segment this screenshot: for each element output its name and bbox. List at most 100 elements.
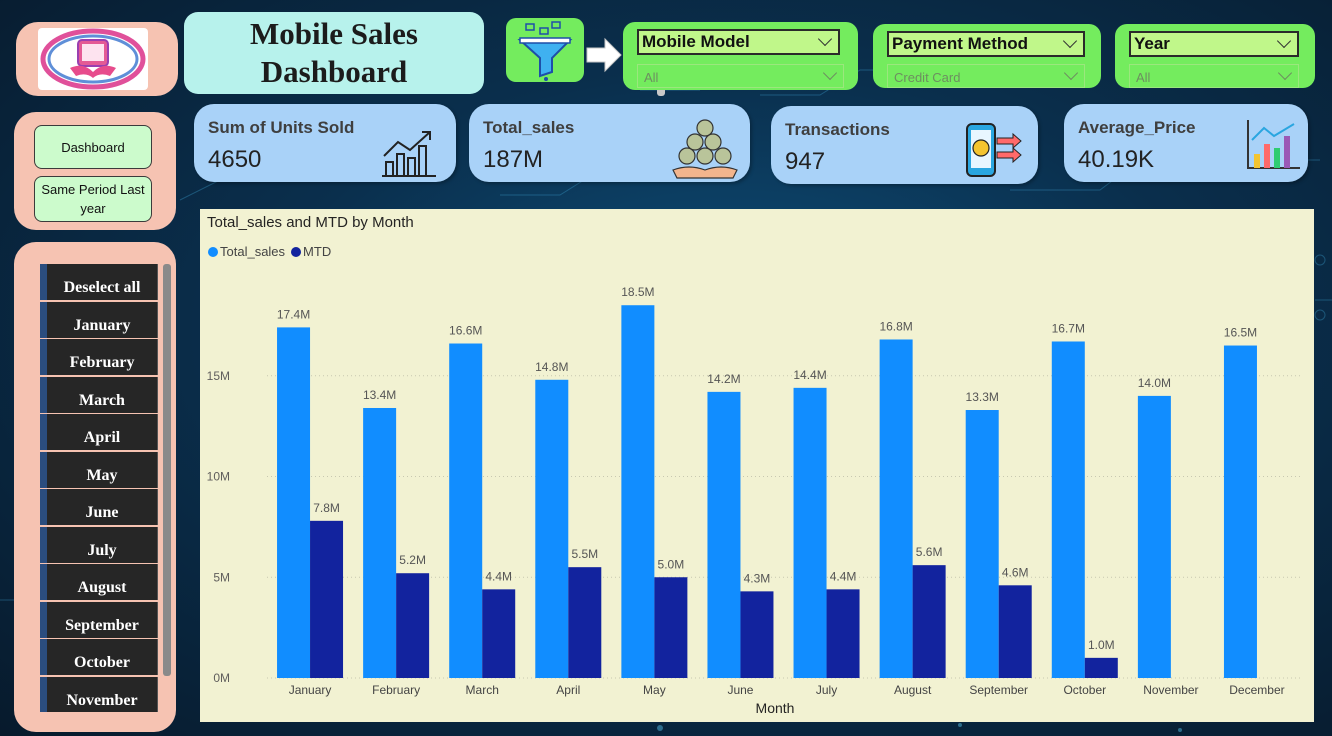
- x-tick-label: July: [816, 683, 837, 697]
- slicer-item-september[interactable]: September: [40, 601, 158, 638]
- legend-label-mtd: MTD: [303, 244, 332, 259]
- arrow-right-icon: [586, 37, 622, 73]
- year-select[interactable]: All: [1129, 64, 1299, 88]
- payment-method-filter: Payment Method Credit Card: [873, 24, 1101, 88]
- mobile-model-select[interactable]: All: [637, 64, 844, 88]
- total-sales-bar: [277, 327, 311, 678]
- bar-data-label: 7.8M: [313, 501, 340, 515]
- total-sales-bar: [1137, 395, 1171, 678]
- bar-data-label: 16.7M: [1052, 321, 1085, 335]
- bar-data-label: 1.0M: [1088, 638, 1115, 652]
- payment-method-select[interactable]: Credit Card: [887, 64, 1085, 88]
- logo-panel: [16, 22, 178, 96]
- kpi-transactions-label: Transactions: [785, 120, 890, 139]
- x-axis-title: Month: [756, 700, 795, 716]
- kpi-units-sold-card: Sum of Units Sold 4650: [194, 104, 456, 182]
- bar-data-label: 14.2M: [707, 372, 740, 386]
- total-sales-bar: [1051, 341, 1085, 678]
- bar-data-label: 13.4M: [363, 388, 396, 402]
- chevron-down-icon: [1063, 65, 1079, 81]
- mtd-bar: [740, 591, 774, 678]
- slicer-item-march[interactable]: March: [40, 376, 158, 413]
- filter-icon-box: [506, 18, 584, 82]
- dashboard-title-panel: Mobile Sales Dashboard: [184, 12, 665, 96]
- kpi-sales-label: Total_sales: [483, 118, 575, 137]
- y-tick-label: 10M: [207, 470, 230, 484]
- page-title: Mobile Sales Dashboard: [250, 16, 418, 89]
- total-sales-bar: [535, 379, 569, 678]
- bar-data-label: 13.3M: [966, 390, 999, 404]
- bar-data-label: 14.0M: [1138, 376, 1171, 390]
- mtd-bar: [310, 520, 344, 678]
- chevron-down-icon: [1062, 33, 1078, 49]
- bar-data-label: 4.6M: [1002, 565, 1029, 579]
- bar-data-label: 18.5M: [621, 285, 654, 299]
- x-tick-label: June: [727, 683, 753, 697]
- kpi-avg-label: Average_Price: [1078, 118, 1196, 137]
- bar-chart-growth-icon: [382, 131, 436, 177]
- dashboard-nav-button[interactable]: Dashboard: [34, 125, 152, 169]
- bar-data-label: 16.8M: [879, 319, 912, 333]
- legend-item-total-sales[interactable]: Total_sales: [208, 244, 285, 259]
- year-value: All: [1136, 70, 1151, 85]
- same-period-last-year-button[interactable]: Same Period Last year: [34, 176, 152, 222]
- phone-logo-icon: [40, 28, 146, 90]
- slicer-item-deselect-all[interactable]: Deselect all: [40, 264, 158, 300]
- bar-data-label: 5.0M: [658, 557, 685, 571]
- funnel-icon: [517, 21, 573, 81]
- bar-data-label: 5.6M: [916, 545, 943, 559]
- slicer-item-february[interactable]: February: [40, 339, 158, 375]
- mtd-bar: [396, 573, 430, 678]
- kpi-average-price-card: Average_Price 40.19K: [1064, 104, 1308, 182]
- chart-title: Total_sales and MTD by Month: [207, 214, 414, 231]
- total-sales-bar: [965, 410, 999, 678]
- mtd-bar: [826, 589, 860, 678]
- slicer-item-july[interactable]: July: [40, 526, 158, 563]
- bar-data-label: 4.4M: [485, 569, 512, 583]
- mobile-model-dropdown[interactable]: Mobile Model: [637, 29, 840, 55]
- kpi-sales-value: 187M: [483, 146, 544, 173]
- x-tick-label: January: [289, 683, 332, 697]
- slicer-item-june[interactable]: June: [40, 489, 158, 525]
- month-slicer-list: Deselect all January February March Apri…: [40, 264, 158, 712]
- colored-bar-chart-icon: [1247, 120, 1300, 169]
- logo: [38, 28, 148, 90]
- slicer-item-october[interactable]: October: [40, 639, 158, 675]
- kpi-units-value: 4650: [208, 146, 262, 173]
- bar-data-label: 17.4M: [277, 307, 310, 321]
- slicer-item-august[interactable]: August: [40, 564, 158, 600]
- slicer-item-november[interactable]: November: [40, 676, 158, 712]
- kpi-avg-value: 40.19K: [1078, 146, 1155, 173]
- mobile-model-filter: Mobile Model All: [623, 22, 858, 90]
- chevron-down-icon: [1277, 65, 1293, 81]
- slicer-item-april[interactable]: April: [40, 414, 158, 450]
- payment-method-value: Credit Card: [894, 70, 961, 85]
- total-sales-bar: [621, 305, 655, 678]
- x-tick-label: August: [894, 683, 932, 697]
- slicer-item-january[interactable]: January: [40, 301, 158, 338]
- chevron-down-icon: [817, 31, 833, 47]
- year-dropdown[interactable]: Year: [1129, 31, 1299, 57]
- bar-data-label: 4.3M: [744, 571, 771, 585]
- coins-hand-icon: [672, 119, 738, 179]
- kpi-transactions-card: Transactions 947: [771, 106, 1038, 184]
- x-tick-label: February: [372, 683, 420, 697]
- sales-bar-chart: 0M 5M 10M 15M 17.4M 7.8M January 13.4M 5.2M Febru…: [207, 285, 1300, 716]
- month-slicer-panel: Deselect all January February March Apri…: [14, 242, 176, 732]
- total-sales-bar: [1223, 345, 1257, 678]
- mobile-payment-icon: [966, 123, 1022, 177]
- bar-data-label: 5.5M: [571, 547, 598, 561]
- bar-data-label: 4.4M: [830, 569, 857, 583]
- month-slicer-scrollbar[interactable]: [163, 264, 171, 676]
- bar-data-label: 16.6M: [449, 324, 482, 338]
- legend-item-mtd[interactable]: MTD: [291, 244, 331, 259]
- slicer-item-may[interactable]: May: [40, 451, 158, 488]
- bar-data-label: 16.5M: [1224, 326, 1257, 340]
- year-label: Year: [1134, 34, 1170, 53]
- bar-data-label: 5.2M: [399, 553, 426, 567]
- payment-method-dropdown[interactable]: Payment Method: [887, 31, 1085, 57]
- chevron-down-icon: [822, 65, 838, 81]
- y-tick-label: 0M: [213, 671, 230, 685]
- y-tick-label: 15M: [207, 369, 230, 383]
- bar-data-label: 14.8M: [535, 360, 568, 374]
